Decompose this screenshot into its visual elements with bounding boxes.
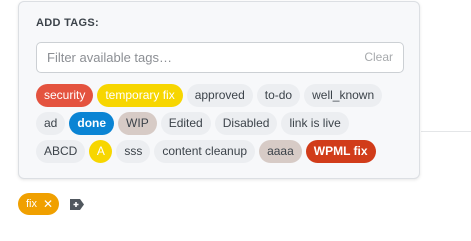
tag-option[interactable]: WIP [118, 112, 157, 135]
tag-plus-icon [70, 198, 85, 210]
tag-option[interactable]: link is live [281, 112, 349, 135]
add-tag-icon[interactable] [69, 198, 85, 211]
tag-option[interactable]: to-do [256, 84, 301, 107]
tag-option[interactable]: content cleanup [154, 140, 256, 163]
tag-option[interactable]: sss [116, 140, 151, 163]
add-tags-popover: ADD TAGS: Clear securitytemporary fixapp… [18, 1, 420, 179]
tag-option[interactable]: security [36, 84, 94, 107]
tag-row: security temporary fix approved to-do well_k… [36, 84, 406, 107]
tag-option[interactable]: approved [186, 84, 253, 107]
tag-option[interactable]: ABCD [36, 140, 86, 163]
tag-option[interactable]: aaaa [259, 140, 302, 163]
tag-option[interactable]: temporary fix [97, 84, 183, 107]
tag-option[interactable]: WPML fix [305, 140, 376, 163]
clear-button[interactable]: Clear [364, 50, 393, 64]
selected-tags-bar: fix ✕ [18, 193, 85, 215]
tag-option[interactable]: Disabled [214, 112, 278, 135]
available-tags-list: security temporary fix approved to-do well_k… [36, 84, 406, 168]
tag-option[interactable]: Edited [160, 112, 211, 135]
tag-row: ABCD Asss content cleanup aaaa WPML fix [36, 140, 406, 163]
tag-option[interactable]: well_known [304, 84, 383, 107]
selected-tags-list: fix ✕ [18, 193, 60, 215]
close-icon[interactable]: ✕ [43, 198, 53, 210]
selected-tag: fix ✕ [18, 193, 60, 215]
tag-option[interactable]: done [69, 112, 115, 135]
selected-tag-label: fix [26, 198, 37, 210]
divider-line [421, 131, 471, 132]
popover-title: ADD TAGS: [36, 17, 99, 29]
tag-filter-input[interactable] [37, 43, 347, 72]
tag-filter-box: Clear [36, 42, 404, 73]
tag-option[interactable]: ad [36, 112, 66, 135]
tag-row: ad done WIP Edited Disabled link is live [36, 112, 406, 135]
tag-option[interactable]: A [89, 140, 113, 163]
